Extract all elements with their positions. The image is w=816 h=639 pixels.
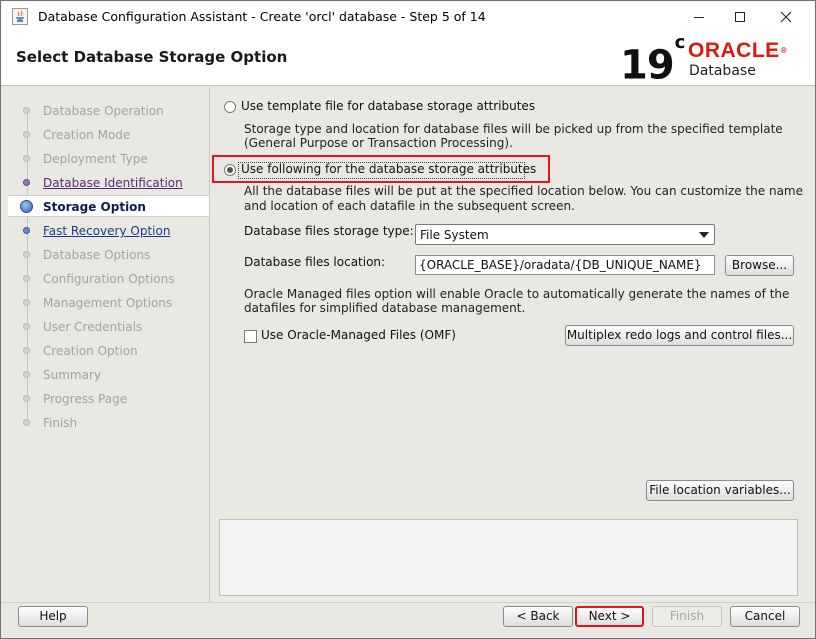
title-bar: Database Configuration Assistant - Creat…: [1, 1, 815, 33]
storage-type-label: Database files storage type:: [244, 224, 414, 238]
omf-checkbox[interactable]: [244, 330, 257, 343]
step-creation-option: Creation Option: [8, 340, 209, 362]
omf-desc-line1: Oracle Managed files option will enable …: [244, 287, 790, 301]
step-creation-mode: Creation Mode: [8, 124, 209, 146]
files-location-label: Database files location:: [244, 255, 386, 269]
step-dot-icon: [23, 131, 30, 138]
logo-brand: ORACLE®: [688, 39, 788, 62]
cancel-button[interactable]: Cancel: [730, 606, 800, 627]
file-location-variables-button[interactable]: File location variables...: [646, 480, 794, 501]
omf-checkbox-label[interactable]: Use Oracle-Managed Files (OMF): [261, 328, 456, 343]
minimize-button[interactable]: [676, 1, 722, 33]
window-title: Database Configuration Assistant - Creat…: [38, 9, 486, 24]
omf-desc-line2: datafiles for simplified database manage…: [244, 301, 526, 315]
step-dot-icon: [23, 251, 30, 258]
step-dot-icon: [23, 299, 30, 306]
step-configuration-options: Configuration Options: [8, 268, 209, 290]
panel-divider: [209, 87, 210, 602]
footer-separator: [1, 602, 815, 603]
page-title: Select Database Storage Option: [16, 48, 288, 66]
logo-product: Database: [689, 63, 756, 79]
following-attributes-radio[interactable]: [224, 164, 236, 176]
step-progress-page: Progress Page: [8, 388, 209, 410]
java-cup-icon: [12, 8, 28, 25]
finish-button[interactable]: Finish: [652, 606, 722, 627]
files-location-value: {ORACLE_BASE}/oradata/{DB_UNIQUE_NAME}: [419, 258, 702, 272]
step-dot-icon: [23, 107, 30, 114]
message-pane: [219, 519, 798, 596]
template-file-radio-label[interactable]: Use template file for database storage a…: [241, 99, 535, 114]
maximize-button[interactable]: [717, 1, 763, 33]
step-database-options: Database Options: [8, 244, 209, 266]
template-desc-line1: Storage type and location for database f…: [244, 122, 783, 136]
template-file-radio[interactable]: [224, 101, 236, 113]
close-icon: [780, 11, 792, 23]
storage-type-select[interactable]: File System: [415, 224, 715, 245]
step-dot-icon: [23, 227, 30, 234]
storage-type-value: File System: [420, 228, 489, 242]
dbca-window: Database Configuration Assistant - Creat…: [0, 0, 816, 639]
next-button[interactable]: Next >: [575, 606, 644, 627]
logo-version: 19c: [620, 32, 685, 89]
step-dot-icon: [23, 155, 30, 162]
page-header: Select Database Storage Option 19c ORACL…: [1, 32, 815, 89]
step-dot-icon: [23, 347, 30, 354]
close-button[interactable]: [763, 1, 809, 33]
step-dot-icon: [23, 323, 30, 330]
step-dot-icon: [23, 179, 30, 186]
following-desc-line1: All the database files will be put at th…: [244, 184, 803, 198]
step-dot-icon: [23, 395, 30, 402]
browse-button[interactable]: Browse...: [725, 255, 794, 276]
help-button[interactable]: Help: [18, 606, 88, 627]
minimize-icon: [694, 17, 704, 18]
step-fast-recovery-option[interactable]: Fast Recovery Option: [8, 220, 209, 242]
chevron-down-icon: [699, 232, 709, 238]
template-desc-line2: (General Purpose or Transaction Processi…: [244, 136, 513, 150]
step-storage-option: Storage Option: [8, 195, 209, 217]
step-user-credentials: User Credentials: [8, 316, 209, 338]
step-navigator: Database Operation Creation Mode Deploym…: [8, 92, 209, 602]
maximize-icon: [735, 12, 745, 22]
step-finish: Finish: [8, 412, 209, 434]
current-step-icon: [20, 200, 33, 213]
step-dot-icon: [23, 275, 30, 282]
step-database-operation: Database Operation: [8, 100, 209, 122]
step-database-identification[interactable]: Database Identification: [8, 172, 209, 194]
files-location-input[interactable]: {ORACLE_BASE}/oradata/{DB_UNIQUE_NAME}: [415, 255, 715, 275]
following-attributes-radio-label[interactable]: Use following for the database storage a…: [241, 162, 536, 177]
step-deployment-type: Deployment Type: [8, 148, 209, 170]
following-desc-line2: and location of each datafile in the sub…: [244, 199, 575, 213]
step-summary: Summary: [8, 364, 209, 386]
step-management-options: Management Options: [8, 292, 209, 314]
step-dot-icon: [23, 419, 30, 426]
back-button[interactable]: < Back: [503, 606, 573, 627]
step-dot-icon: [23, 371, 30, 378]
multiplex-redo-logs-button[interactable]: Multiplex redo logs and control files...: [565, 325, 794, 346]
